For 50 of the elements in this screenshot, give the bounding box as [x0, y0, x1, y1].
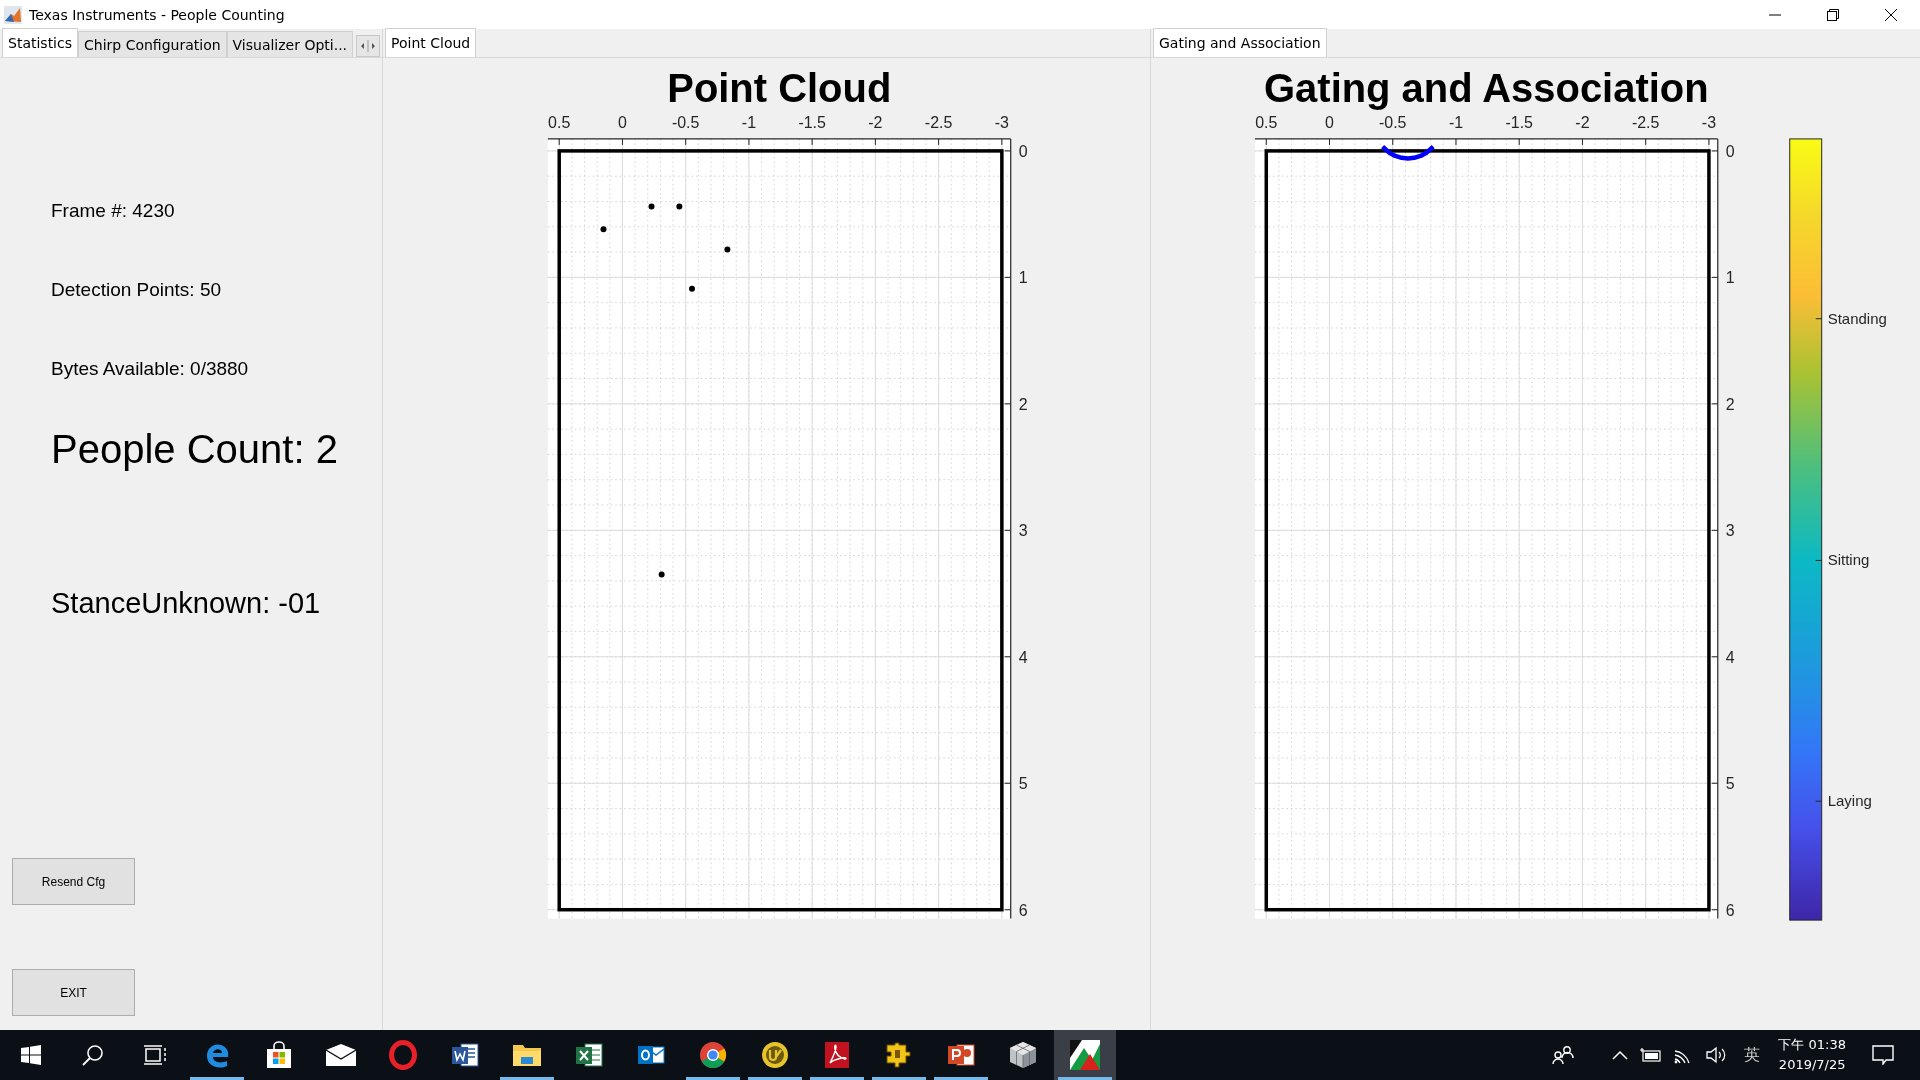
axis-tick-label: 6: [1725, 901, 1735, 919]
statistic-text: People Count: 2: [51, 427, 339, 473]
colorbar-label: Laying: [1827, 792, 1872, 810]
axis-tick-label: 6: [1018, 901, 1028, 919]
axis-tick-label: 5: [1725, 775, 1735, 793]
axis-tick-label: -1: [741, 113, 756, 131]
action-button[interactable]: EXIT: [12, 969, 135, 1016]
action-button[interactable]: Resend Cfg: [12, 858, 135, 905]
axis-tick-label: -0.5: [671, 113, 700, 131]
tab[interactable]: Visualizer Opti...: [226, 31, 354, 57]
chart-title: Point Cloud: [667, 65, 892, 110]
axis-tick-label: 0: [1325, 113, 1334, 131]
axis-tick-label: 4: [1018, 648, 1028, 666]
axis-tick-label: -3: [994, 113, 1009, 131]
tab[interactable]: Point Cloud: [385, 28, 477, 57]
axis-tick-label: 4: [1725, 648, 1735, 666]
statistic-text: Bytes Available: 0/3880: [51, 358, 250, 381]
axis-tick-label: -0.5: [1379, 113, 1407, 131]
axis-tick-label: 0: [618, 113, 627, 131]
axis-tick-label: -2.5: [924, 113, 953, 131]
axis-tick-label: 0.5: [1255, 113, 1278, 131]
axis-tick-label: 1: [1725, 269, 1735, 287]
window-title: Texas Instruments - People Counting: [29, 6, 285, 23]
tab[interactable]: Chirp Configuration: [78, 31, 227, 57]
axis-tick-label: 3: [1725, 522, 1735, 540]
statistic-text: StanceUnknown: -01: [51, 587, 322, 620]
axis-tick-label: 3: [1018, 522, 1028, 540]
axis-tick-label: -2.5: [1631, 113, 1660, 131]
axis-tick-label: 2: [1725, 395, 1735, 413]
axis-tick-label: -1.5: [1505, 113, 1533, 131]
tab[interactable]: Gating and Association: [1153, 28, 1327, 57]
statistic-text: Detection Points: 50: [51, 279, 223, 302]
axis-tick-label: -2: [868, 113, 883, 131]
axis-tick-label: 0: [1018, 142, 1028, 160]
clock[interactable]: 下午 01:38 2019/7/25: [1778, 1035, 1846, 1075]
input-method-indicator[interactable]: 英: [1744, 1044, 1761, 1066]
statistic-text: Frame #: 4230: [51, 200, 176, 223]
axis-tick-label: -1: [1448, 113, 1464, 131]
tab[interactable]: Statistics: [2, 28, 78, 57]
colorbar-label: Standing: [1827, 309, 1887, 327]
axis-tick-label: -2: [1575, 113, 1590, 131]
axis-tick-label: -3: [1701, 113, 1716, 131]
axis-tick-label: 2: [1018, 395, 1028, 413]
axis-tick-label: 5: [1018, 775, 1028, 793]
axis-tick-label: 0: [1725, 142, 1735, 160]
axis-tick-label: -1.5: [798, 113, 826, 131]
colorbar-label: Sitting: [1827, 551, 1870, 569]
axis-tick-label: 0.5: [548, 113, 571, 131]
axis-tick-label: 1: [1018, 269, 1028, 287]
chart-title: Gating and Association: [1264, 65, 1709, 110]
